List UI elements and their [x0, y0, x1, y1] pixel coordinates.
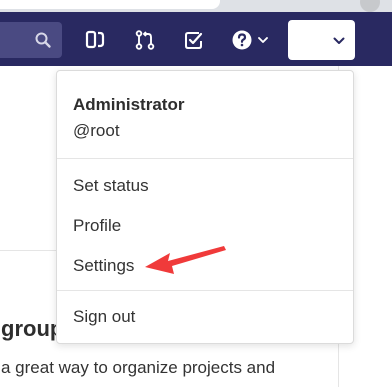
browser-tab[interactable]	[0, 0, 220, 9]
section-divider	[0, 250, 58, 251]
user-handle: @root	[73, 121, 120, 140]
browser-profile-avatar[interactable]	[360, 0, 380, 12]
todo-icon[interactable]	[183, 29, 205, 51]
menu-divider	[57, 158, 353, 159]
user-display-name: Administrator	[73, 95, 185, 114]
search-box[interactable]	[0, 22, 62, 58]
merge-request-icon[interactable]	[134, 29, 156, 51]
sign-out-item[interactable]: Sign out	[57, 300, 353, 334]
issues-icon[interactable]	[84, 29, 106, 51]
set-status-item[interactable]: Set status	[57, 169, 353, 203]
help-dropdown[interactable]	[230, 28, 274, 52]
profile-item[interactable]: Profile	[57, 209, 353, 243]
browser-tab-strip	[0, 0, 392, 12]
groups-heading: group	[1, 316, 64, 341]
menu-divider	[57, 290, 353, 291]
help-icon	[232, 30, 268, 50]
user-menu-button[interactable]	[288, 20, 355, 60]
settings-item[interactable]: Settings	[57, 249, 353, 283]
search-icon	[35, 32, 51, 48]
groups-description: a great way to organize projects and	[1, 358, 276, 377]
user-dropdown-menu: Administrator @root Set status Profile S…	[56, 70, 354, 344]
chevron-down-icon	[333, 37, 345, 44]
top-navbar	[0, 12, 392, 66]
